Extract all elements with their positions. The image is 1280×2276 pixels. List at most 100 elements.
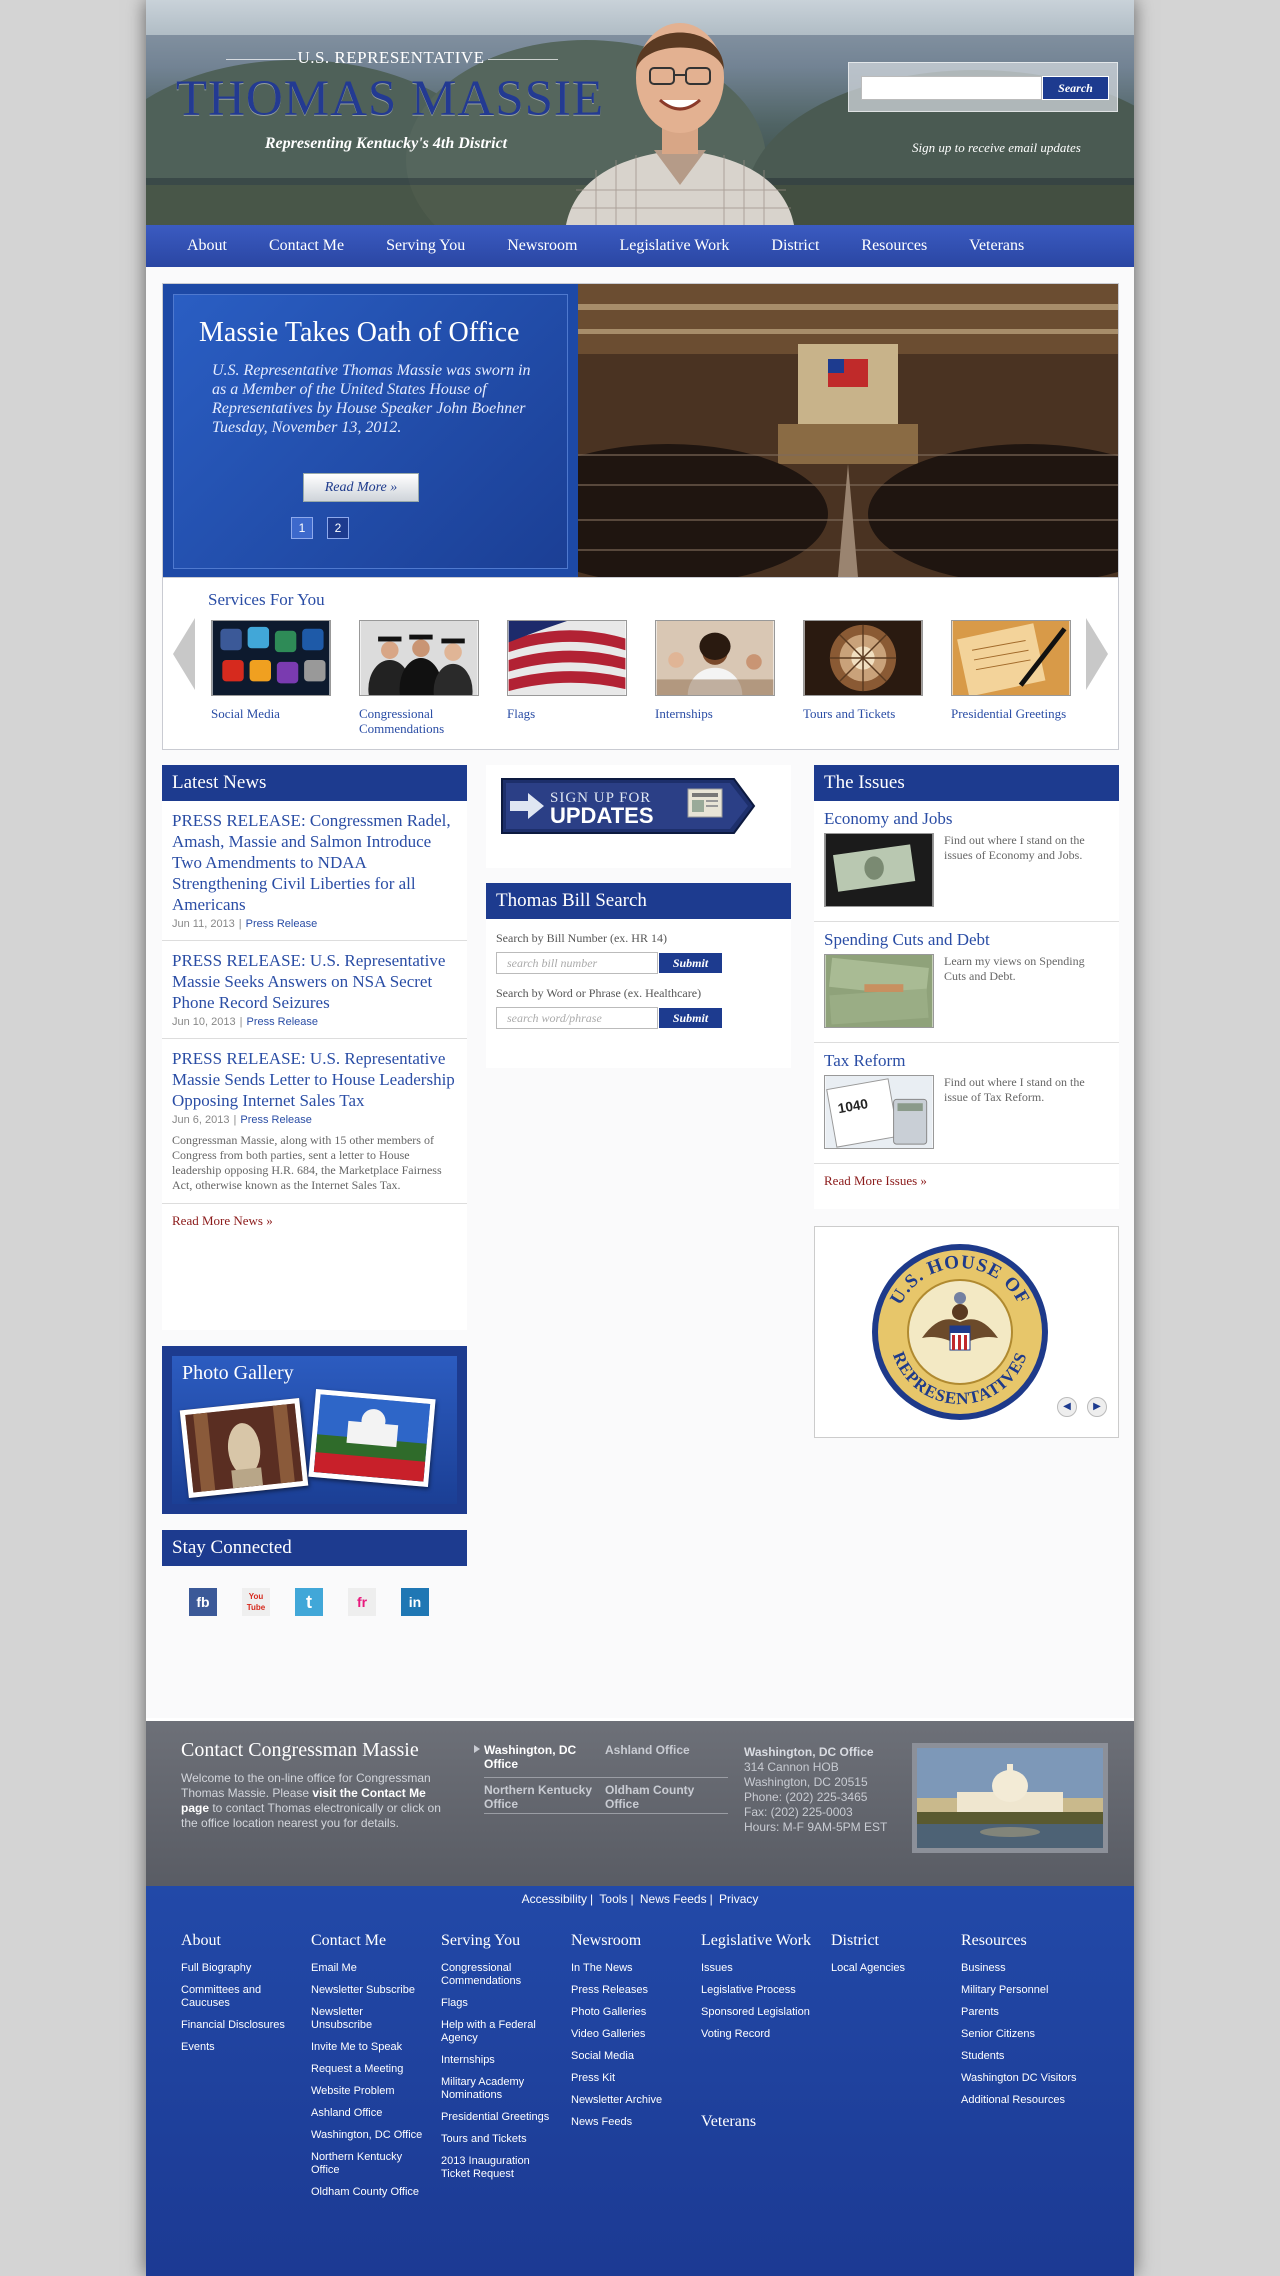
office-tab-northern-kentucky[interactable]: Northern Kentucky Office — [484, 1783, 602, 1811]
seal-next-arrow[interactable]: ▶ — [1087, 1397, 1107, 1417]
privacy-link[interactable]: Privacy — [719, 1892, 758, 1906]
nav-newsroom[interactable]: Newsroom — [507, 225, 577, 267]
bill-number-input[interactable]: search bill number — [496, 952, 658, 974]
photo-gallery-box[interactable]: Photo Gallery — [162, 1346, 467, 1514]
footer-link[interactable]: Oldham County Office — [311, 2186, 429, 2199]
footer-link[interactable]: Invite Me to Speak — [311, 2041, 429, 2054]
footer-link[interactable]: Northern Kentucky Office — [311, 2151, 411, 2177]
footer-link[interactable]: Website Problem — [311, 2085, 429, 2098]
news-feeds-link[interactable]: News Feeds — [640, 1892, 707, 1906]
footer-link[interactable]: Committees and Caucuses — [181, 1984, 306, 2010]
nav-resources[interactable]: Resources — [861, 225, 927, 267]
facebook-icon[interactable]: fb — [189, 1588, 217, 1616]
footer-link[interactable]: Ashland Office — [311, 2107, 429, 2120]
footer-link[interactable]: Washington DC Visitors — [961, 2072, 1091, 2085]
news-title[interactable]: PRESS RELEASE: Congressmen Radel, Amash,… — [172, 810, 457, 915]
service-social-media[interactable]: Social Media — [211, 620, 331, 721]
footer-link[interactable]: Sponsored Legislation — [701, 2006, 831, 2019]
bill-word-submit[interactable]: Submit — [658, 1007, 723, 1029]
signup-updates-banner[interactable]: SIGN UP FOR UPDATES — [498, 775, 756, 837]
search-button[interactable]: Search — [1042, 76, 1109, 100]
footer-link[interactable]: Social Media — [571, 2050, 689, 2063]
carousel-prev-arrow[interactable] — [173, 618, 195, 690]
footer-link[interactable]: Voting Record — [701, 2028, 831, 2041]
nav-district[interactable]: District — [771, 225, 819, 267]
service-label[interactable]: Flags — [507, 706, 627, 721]
bill-word-input[interactable]: search word/phrase — [496, 1007, 658, 1029]
footer-col-title[interactable]: Legislative Work — [701, 1932, 831, 1950]
footer-link[interactable]: In The News — [571, 1962, 689, 1975]
footer-link[interactable]: Help with a Federal Agency — [441, 2019, 546, 2045]
carousel-next-arrow[interactable] — [1086, 618, 1108, 690]
footer-veterans-title[interactable]: Veterans — [701, 2113, 756, 2131]
twitter-icon[interactable]: t — [295, 1588, 323, 1616]
read-more-button[interactable]: Read More » — [303, 473, 419, 502]
search-input[interactable] — [861, 76, 1042, 100]
footer-link[interactable]: Photo Galleries — [571, 2006, 689, 2019]
footer-link[interactable]: Parents — [961, 2006, 1091, 2019]
nav-veterans[interactable]: Veterans — [969, 225, 1024, 267]
tools-link[interactable]: Tools — [599, 1892, 627, 1906]
footer-link[interactable]: Internships — [441, 2054, 559, 2067]
footer-link[interactable]: Press Kit — [571, 2072, 689, 2085]
footer-link[interactable]: Video Galleries — [571, 2028, 689, 2041]
accessibility-link[interactable]: Accessibility — [522, 1892, 587, 1906]
footer-link[interactable]: Tours and Tickets — [441, 2133, 559, 2146]
office-tab-washington[interactable]: Washington, DC Office — [484, 1743, 602, 1771]
footer-link[interactable]: Presidential Greetings — [441, 2111, 559, 2124]
service-tours-and-tickets[interactable]: Tours and Tickets — [803, 620, 923, 721]
email-signup-link[interactable]: Sign up to receive email updates — [912, 140, 1081, 156]
footer-link[interactable]: Press Releases — [571, 1984, 689, 1997]
read-more-issues-link[interactable]: Read More Issues » — [814, 1164, 1119, 1198]
footer-link[interactable]: Flags — [441, 1997, 559, 2010]
footer-link[interactable]: Business — [961, 1962, 1091, 1975]
footer-link[interactable]: Congressional Commendations — [441, 1962, 559, 1988]
service-congressional-commendations[interactable]: Congressional Commendations — [359, 620, 479, 736]
nav-serving-you[interactable]: Serving You — [386, 225, 465, 267]
footer-link[interactable]: Senior Citizens — [961, 2028, 1091, 2041]
youtube-icon[interactable]: You Tube — [242, 1588, 270, 1616]
footer-link[interactable]: Students — [961, 2050, 1091, 2063]
footer-col-title[interactable]: Serving You — [441, 1932, 559, 1950]
nav-about[interactable]: About — [187, 225, 227, 267]
bill-number-submit[interactable]: Submit — [658, 952, 723, 974]
news-title[interactable]: PRESS RELEASE: U.S. Representative Massi… — [172, 950, 457, 1013]
footer-col-title[interactable]: Contact Me — [311, 1932, 429, 1950]
footer-link[interactable]: Local Agencies — [831, 1962, 949, 1975]
footer-link[interactable]: Full Biography — [181, 1962, 306, 1975]
service-presidential-greetings[interactable]: Presidential Greetings — [951, 620, 1071, 721]
office-tab-ashland[interactable]: Ashland Office — [605, 1743, 723, 1757]
service-flags[interactable]: Flags — [507, 620, 627, 721]
representative-name[interactable]: THOMAS MASSIE — [170, 70, 610, 128]
office-tab-oldham-county[interactable]: Oldham County Office — [605, 1783, 723, 1811]
news-category-link[interactable]: Press Release — [246, 918, 318, 930]
footer-link[interactable]: 2013 Inauguration Ticket Request — [441, 2155, 541, 2181]
footer-link[interactable]: Legislative Process — [701, 1984, 831, 1997]
slide-page-1[interactable]: 1 — [291, 517, 313, 539]
footer-col-title[interactable]: District — [831, 1932, 949, 1950]
footer-link[interactable]: Events — [181, 2041, 306, 2054]
issue-title[interactable]: Spending Cuts and Debt — [824, 930, 1109, 950]
flickr-icon[interactable]: fr — [348, 1588, 376, 1616]
nav-legislative-work[interactable]: Legislative Work — [619, 225, 729, 267]
footer-link[interactable]: Washington, DC Office — [311, 2129, 429, 2142]
linkedin-icon[interactable]: in — [401, 1588, 429, 1616]
news-title[interactable]: PRESS RELEASE: U.S. Representative Massi… — [172, 1048, 457, 1111]
news-category-link[interactable]: Press Release — [246, 1016, 318, 1028]
service-label[interactable]: Presidential Greetings — [951, 706, 1071, 721]
service-label[interactable]: Internships — [655, 706, 775, 721]
service-label[interactable]: Social Media — [211, 706, 331, 721]
footer-link[interactable]: Military Academy Nominations — [441, 2076, 541, 2102]
footer-link[interactable]: Military Personnel — [961, 1984, 1091, 1997]
footer-col-title[interactable]: About — [181, 1932, 306, 1950]
news-category-link[interactable]: Press Release — [240, 1114, 312, 1126]
footer-col-title[interactable]: Newsroom — [571, 1932, 689, 1950]
footer-link[interactable]: Newsletter Archive — [571, 2094, 689, 2107]
seal-prev-arrow[interactable]: ◀ — [1057, 1397, 1077, 1417]
footer-link[interactable]: Newsletter Subscribe — [311, 1984, 429, 1997]
photo-gallery-heading[interactable]: Photo Gallery — [182, 1362, 294, 1385]
footer-link[interactable]: Financial Disclosures — [181, 2019, 306, 2032]
slide-title[interactable]: Massie Takes Oath of Office — [199, 317, 519, 349]
slide-page-2[interactable]: 2 — [327, 517, 349, 539]
issue-title[interactable]: Economy and Jobs — [824, 809, 1109, 829]
